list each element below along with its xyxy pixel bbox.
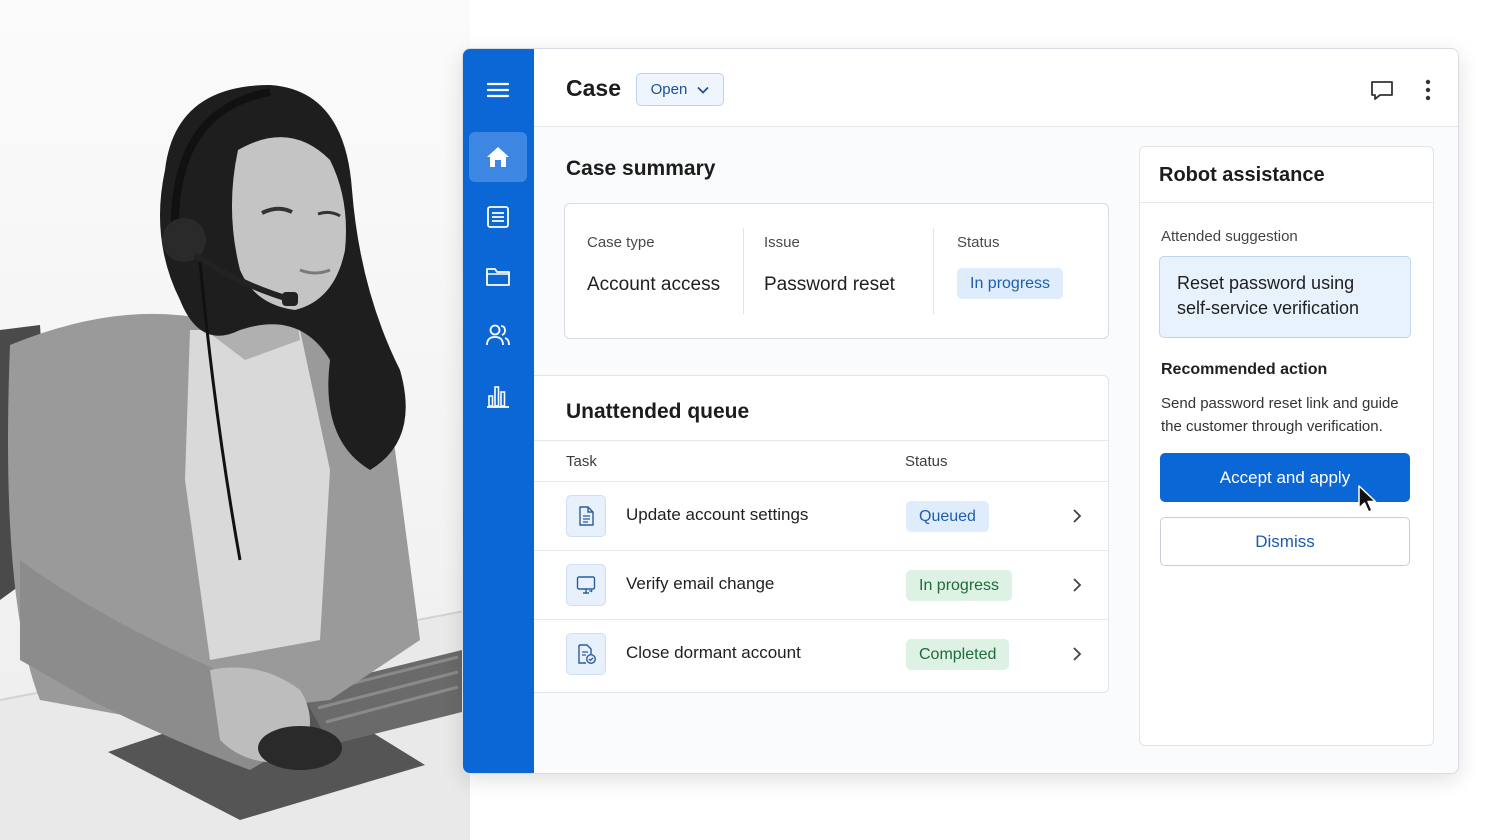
file-check-icon	[578, 644, 597, 665]
chevron-right-icon	[1073, 509, 1082, 523]
more-options-icon[interactable]	[1415, 77, 1441, 103]
case-summary-box: Case type Account access Issue Password …	[564, 203, 1109, 339]
bar-chart-icon	[487, 386, 509, 408]
status-badge: In progress	[906, 570, 1013, 601]
divider	[933, 228, 934, 314]
mouse-cursor-icon	[1358, 485, 1377, 513]
chat-icon[interactable]	[1369, 77, 1395, 103]
document-icon	[579, 506, 594, 526]
menu-button[interactable]	[469, 65, 527, 115]
recommended-action-label: Recommended action	[1161, 361, 1328, 378]
chevron-down-icon	[697, 86, 709, 94]
summary-value: Account access	[587, 274, 721, 295]
users-icon	[486, 324, 510, 346]
page-title: Case	[566, 75, 621, 101]
suggestion-box: Reset password using self-service verifi…	[1159, 256, 1411, 338]
divider	[743, 228, 744, 314]
summary-value: Password reset	[764, 274, 895, 295]
table-row[interactable]: Verify email change In progress	[534, 551, 1108, 620]
summary-label: Case type	[587, 234, 655, 251]
nav-item-users[interactable]	[469, 310, 527, 360]
nav-item-home[interactable]	[469, 132, 527, 182]
nav-rail	[463, 49, 534, 773]
hamburger-menu-icon	[486, 82, 510, 98]
summary-label: Status	[957, 234, 1000, 251]
nav-item-analytics[interactable]	[469, 371, 527, 421]
main-area: Case Open Case summary Case type Account…	[534, 49, 1458, 773]
case-status-dropdown[interactable]: Open	[636, 73, 724, 106]
chevron-right-icon	[1073, 647, 1082, 661]
table-row[interactable]: Close dormant account Completed	[534, 620, 1108, 689]
nav-item-folder[interactable]	[469, 251, 527, 301]
task-name: Verify email change	[626, 574, 775, 593]
monitor-icon	[576, 576, 596, 594]
nav-item-list[interactable]	[469, 192, 527, 242]
task-icon-box	[566, 495, 606, 537]
summary-label: Issue	[764, 234, 800, 251]
task-icon-box	[566, 564, 606, 606]
suggestion-label: Attended suggestion	[1161, 228, 1298, 245]
recommended-action-text: Send password reset link and guide the c…	[1161, 395, 1399, 435]
table-row[interactable]: Update account settings Queued	[534, 482, 1108, 551]
top-bar: Case Open	[534, 49, 1458, 127]
task-icon-box	[566, 633, 606, 675]
folder-icon	[486, 268, 510, 286]
task-name: Update account settings	[626, 505, 809, 524]
home-icon	[487, 147, 509, 167]
robot-panel-header: Robot assistance	[1140, 147, 1433, 203]
case-status-value: Open	[650, 81, 688, 98]
agent-photo	[0, 0, 470, 840]
column-header-status: Status	[905, 453, 948, 470]
queue-title: Unattended queue	[566, 400, 750, 423]
task-name: Close dormant account	[626, 643, 801, 662]
robot-panel-title: Robot assistance	[1159, 164, 1325, 186]
case-app-window: Case Open Case summary Case type Account…	[462, 48, 1459, 774]
status-badge: In progress	[957, 268, 1064, 299]
dismiss-button[interactable]: Dismiss	[1160, 517, 1410, 566]
status-badge: Completed	[906, 639, 1010, 670]
column-header-task: Task	[566, 453, 597, 470]
case-summary-section: Case summary Case type Account access Is…	[534, 127, 1109, 372]
queue-table-header: Task Status	[534, 440, 1108, 482]
case-summary-title: Case summary	[566, 157, 716, 180]
status-badge: Queued	[906, 501, 989, 532]
unattended-queue-card: Unattended queue Task Status Update acco…	[534, 375, 1109, 693]
list-icon	[487, 206, 509, 228]
robot-assistance-panel: Robot assistance Attended suggestion Res…	[1139, 146, 1434, 746]
chevron-right-icon	[1073, 578, 1082, 592]
